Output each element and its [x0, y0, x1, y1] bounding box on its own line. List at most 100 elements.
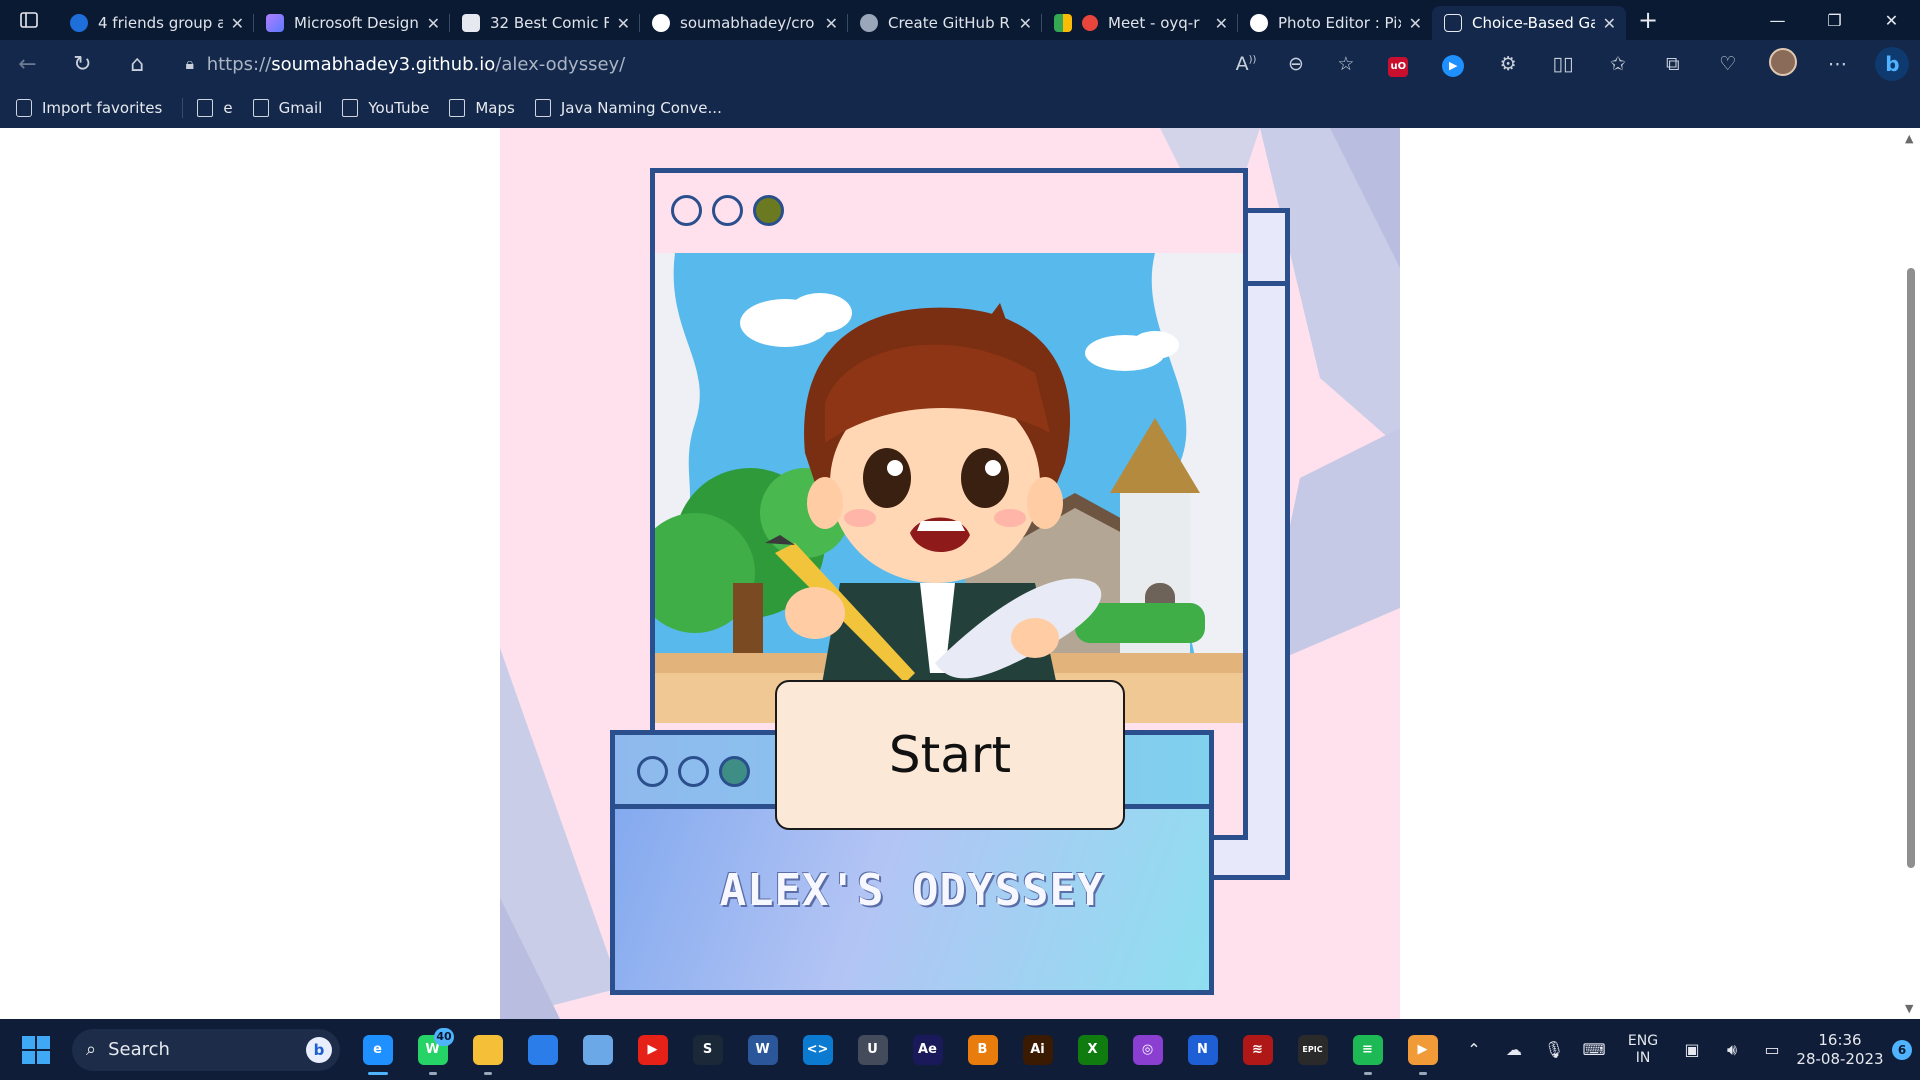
page-icon	[534, 99, 551, 117]
scroll-up-icon[interactable]: ▲	[1905, 132, 1913, 145]
scroll-down-icon[interactable]: ▼	[1905, 1002, 1913, 1015]
favorite-star-icon[interactable]: ☆	[1321, 53, 1371, 75]
page-scrollbar[interactable]: ▲ ▼	[1902, 128, 1920, 1019]
extensions-puzzle-icon[interactable]: ⚙	[1481, 53, 1536, 75]
url-host: soumabhadey3.github.io	[271, 53, 496, 75]
taskbar-app-photos[interactable]	[570, 1024, 625, 1076]
ublock-extension-icon[interactable]: uO	[1371, 52, 1426, 77]
bookmark-import-favorites[interactable]: Import favorites	[16, 99, 162, 117]
taskbar-app-vscode[interactable]: <>	[790, 1024, 845, 1076]
notification-badge[interactable]: 6	[1892, 1039, 1912, 1060]
bing-icon[interactable]: b	[306, 1036, 332, 1063]
bookmark-youtube[interactable]: YouTube	[342, 99, 429, 117]
tab-comic-fonts[interactable]: 32 Best Comic For ✕	[450, 6, 640, 40]
keyboard-icon[interactable]: ⌨	[1574, 1040, 1614, 1059]
lock-icon[interactable]: 🔒︎	[173, 54, 207, 74]
bookmark-label: YouTube	[368, 99, 430, 117]
close-tab-icon[interactable]: ✕	[617, 14, 630, 33]
tab-github-repo[interactable]: soumabhadey/cro ✕	[640, 6, 848, 40]
back-button[interactable]: ←	[0, 52, 55, 77]
close-tab-icon[interactable]: ✕	[231, 14, 244, 33]
bing-copilot-button[interactable]: b	[1865, 47, 1920, 81]
settings-more-icon[interactable]: ⋯	[1810, 53, 1865, 75]
scrollbar-thumb[interactable]	[1907, 268, 1915, 868]
taskbar-app-media-player[interactable]: ▶	[1395, 1024, 1450, 1076]
taskbar-search-box[interactable]: ⌕ Search b	[72, 1028, 340, 1071]
taskbar-app-blender[interactable]: B	[955, 1024, 1010, 1076]
close-tab-icon[interactable]: ✕	[1409, 14, 1422, 33]
tab-choice-based-game[interactable]: Choice-Based Gar ✕	[1432, 6, 1626, 40]
taskbar-app-app-purple[interactable]: ◎	[1120, 1024, 1175, 1076]
close-tab-icon[interactable]: ✕	[427, 14, 440, 33]
bookmark-maps[interactable]: Maps	[449, 99, 515, 117]
volume-icon[interactable]: 🔊︎	[1712, 1040, 1752, 1060]
clock-time: 16:36	[1818, 1030, 1862, 1049]
tab-friends-group[interactable]: 4 friends group al ✕	[58, 6, 254, 40]
home-button[interactable]: ⌂	[110, 52, 165, 77]
taskbar-app-spotify[interactable]: ≡	[1340, 1024, 1395, 1076]
bookmark-label: Gmail	[278, 99, 323, 117]
onedrive-cloud-icon[interactable]: ☁	[1494, 1040, 1534, 1059]
taskbar-app-file-explorer[interactable]	[460, 1024, 515, 1076]
taskbar-app-illustrator[interactable]: Ai	[1010, 1024, 1065, 1076]
page-icon	[342, 99, 359, 117]
bookmark-java-naming[interactable]: Java Naming Conve...	[534, 99, 722, 117]
taskbar-app-after-effects[interactable]: Ae	[900, 1024, 955, 1076]
taskbar-app-edge[interactable]: e	[350, 1024, 405, 1076]
close-tab-icon[interactable]: ✕	[1019, 14, 1032, 33]
taskbar-app-whatsapp[interactable]: W 40	[405, 1024, 460, 1076]
split-screen-icon[interactable]: ▯▯	[1536, 53, 1591, 75]
designer-favicon-icon	[266, 14, 284, 32]
taskbar-app-remote-desktop[interactable]	[515, 1024, 570, 1076]
vscode-icon: <>	[802, 1034, 833, 1065]
refresh-button[interactable]: ↻	[55, 52, 110, 77]
github-icon	[652, 14, 670, 32]
close-window-button[interactable]: ✕	[1863, 11, 1920, 30]
minimize-button[interactable]: —	[1749, 11, 1806, 30]
network-icon[interactable]: ▣	[1672, 1040, 1712, 1059]
tab-microsoft-designer[interactable]: Microsoft Designe ✕	[254, 6, 450, 40]
bookmark-gmail[interactable]: Gmail	[252, 99, 323, 117]
taskbar-app-youtube[interactable]: ▶	[625, 1024, 680, 1076]
battery-icon[interactable]: ▭	[1752, 1040, 1792, 1059]
taskbar-app-app-blue[interactable]: N	[1175, 1024, 1230, 1076]
unity-icon: U	[857, 1034, 888, 1065]
taskbar-app-word[interactable]: W	[735, 1024, 790, 1076]
new-tab-button[interactable]: +	[1626, 6, 1670, 34]
tab-actions-icon	[20, 12, 38, 28]
close-tab-icon[interactable]: ✕	[1215, 14, 1228, 33]
language-indicator[interactable]: ENG IN	[1614, 1033, 1672, 1067]
taskbar-app-app-red[interactable]: ≋	[1230, 1024, 1285, 1076]
bookmark-e[interactable]: e	[197, 99, 233, 117]
favorites-icon[interactable]: ✩	[1590, 53, 1645, 75]
taskbar-app-steam[interactable]: S	[680, 1024, 735, 1076]
tab-actions-button[interactable]	[0, 0, 58, 40]
zoom-out-icon[interactable]: ⊖	[1271, 53, 1321, 75]
tab-create-readme[interactable]: Create GitHub RE ✕	[848, 6, 1042, 40]
restore-button[interactable]: ❐	[1806, 11, 1863, 30]
taskbar-app-unity[interactable]: U	[845, 1024, 900, 1076]
url-field[interactable]: 🔒︎ https://soumabhadey3.github.io/alex-o…	[173, 46, 1221, 82]
collections-icon[interactable]: ⧉	[1645, 53, 1700, 75]
folder-icon	[197, 99, 214, 117]
profile-avatar[interactable]	[1755, 47, 1810, 81]
taskbar-app-epic-games[interactable]: EPIC	[1285, 1024, 1340, 1076]
after-effects-icon: Ae	[912, 1034, 943, 1065]
close-tab-icon[interactable]: ✕	[825, 14, 838, 33]
start-button[interactable]: Start	[775, 680, 1125, 830]
window-dot-icon	[671, 195, 702, 226]
media-extension-icon[interactable]: ▶	[1426, 52, 1481, 77]
page-icon	[252, 99, 269, 117]
pixlr-icon	[1250, 14, 1268, 32]
read-aloud-button[interactable]: A))	[1221, 53, 1271, 75]
system-tray: ⌃ ☁ 🎙︎ ⌨ ENG IN ▣ 🔊︎ ▭ 16:36 28-08-2023 …	[1454, 1031, 1920, 1069]
clock[interactable]: 16:36 28-08-2023	[1792, 1031, 1888, 1069]
chevron-up-icon[interactable]: ⌃	[1454, 1040, 1494, 1059]
browser-essentials-icon[interactable]: ♡	[1700, 53, 1755, 75]
tab-google-meet[interactable]: Meet - oyq-r ✕	[1042, 6, 1238, 40]
microphone-icon[interactable]: 🎙︎	[1534, 1040, 1574, 1059]
start-menu-button[interactable]	[0, 1019, 72, 1080]
taskbar-app-xbox[interactable]: X	[1065, 1024, 1120, 1076]
close-tab-icon[interactable]: ✕	[1603, 14, 1616, 33]
tab-photo-editor[interactable]: Photo Editor : Pixl ✕	[1238, 6, 1432, 40]
